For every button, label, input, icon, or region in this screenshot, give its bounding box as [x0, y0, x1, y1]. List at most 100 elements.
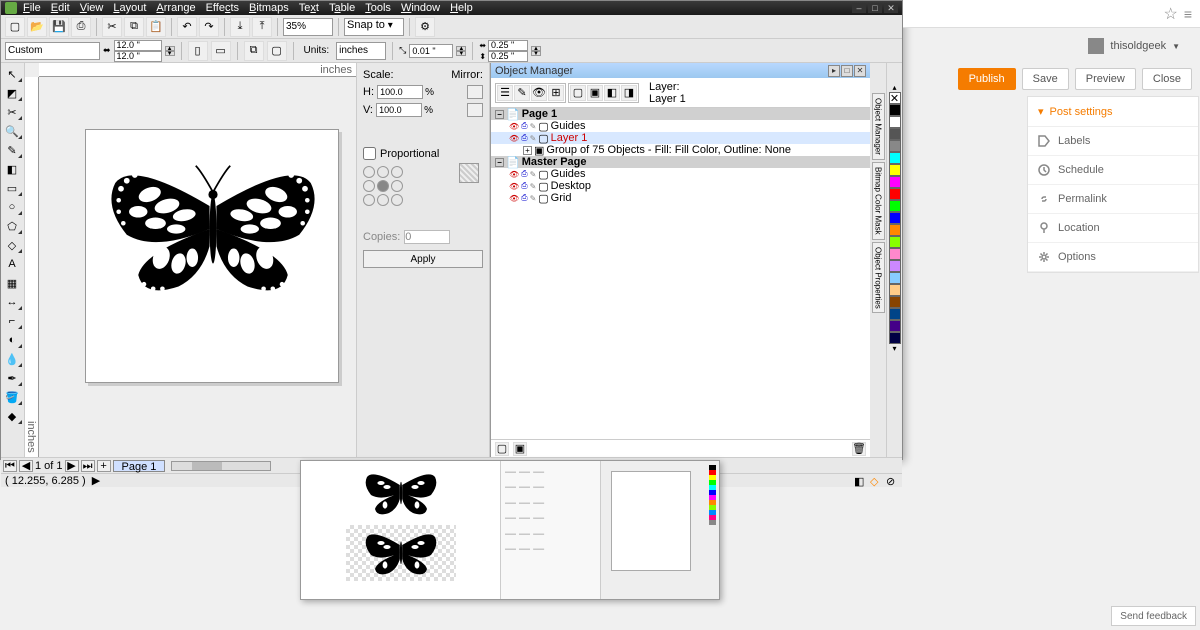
prev-page-button[interactable]: ◀: [19, 460, 33, 472]
print-icon[interactable]: ⎙: [71, 17, 91, 37]
dup-x-input[interactable]: [488, 40, 528, 51]
connector-tool-icon[interactable]: ⌐: [1, 312, 23, 330]
preview-button[interactable]: Preview: [1075, 68, 1136, 90]
color-swatch[interactable]: [889, 272, 901, 284]
menu-edit[interactable]: Edit: [51, 2, 70, 14]
undo-icon[interactable]: ↶: [177, 17, 197, 37]
units-select[interactable]: [336, 42, 386, 60]
landscape-icon[interactable]: ▭: [211, 41, 231, 61]
color-swatch[interactable]: [889, 176, 901, 188]
om-btn2-icon[interactable]: ▣: [587, 85, 603, 101]
docker-menu-icon[interactable]: ▸: [828, 65, 840, 77]
apply-button[interactable]: Apply: [363, 250, 483, 268]
color-swatch[interactable]: [889, 188, 901, 200]
color-swatch[interactable]: [889, 164, 901, 176]
color-swatch[interactable]: [889, 236, 901, 248]
text-tool-icon[interactable]: A: [1, 255, 23, 273]
color-swatch[interactable]: [889, 332, 901, 344]
menu-text[interactable]: Text: [299, 2, 319, 14]
color-swatch[interactable]: [889, 140, 901, 152]
effects-tool-icon[interactable]: ◐: [1, 331, 23, 349]
options-item[interactable]: Options: [1028, 243, 1198, 272]
color-swatch[interactable]: [889, 200, 901, 212]
send-feedback-button[interactable]: Send feedback: [1111, 606, 1196, 626]
menu-help[interactable]: Help: [450, 2, 473, 14]
basic-shapes-icon[interactable]: ◇: [1, 236, 23, 254]
menu-effects[interactable]: Effects: [206, 2, 239, 14]
browser-menu-icon[interactable]: ≡: [1184, 6, 1192, 22]
scale-h-input[interactable]: [377, 85, 423, 99]
eyedropper-icon[interactable]: 💧: [1, 350, 23, 368]
menu-bitmaps[interactable]: Bitmaps: [249, 2, 289, 14]
nudge-spinner[interactable]: ▲▼: [456, 46, 466, 56]
menu-arrange[interactable]: Arrange: [156, 2, 195, 14]
page-size-select[interactable]: [5, 42, 100, 60]
mirror-h-button[interactable]: [467, 85, 483, 99]
tree-row[interactable]: − 📄 Master Page: [491, 156, 870, 168]
copies-input[interactable]: [404, 230, 450, 244]
color-swatch[interactable]: [889, 248, 901, 260]
color-swatch[interactable]: [889, 260, 901, 272]
menu-table[interactable]: Table: [329, 2, 355, 14]
maximize-button[interactable]: □: [868, 3, 882, 13]
all-pages-icon[interactable]: ⧉: [244, 41, 264, 61]
no-fill-icon[interactable]: ⊘: [886, 475, 898, 487]
close-button[interactable]: ✕: [884, 3, 898, 13]
shape-tool-icon[interactable]: ◩: [1, 84, 23, 102]
dim-spinner[interactable]: ▲▼: [165, 46, 175, 56]
menu-window[interactable]: Window: [401, 2, 440, 14]
last-page-button[interactable]: ⏭: [81, 460, 95, 472]
options-icon[interactable]: ⚙: [415, 17, 435, 37]
export-icon[interactable]: ⤒: [252, 17, 272, 37]
first-page-button[interactable]: ⏮: [3, 460, 17, 472]
dimension-tool-icon[interactable]: ↔: [1, 293, 23, 311]
bookmark-star-icon[interactable]: ☆: [1163, 4, 1177, 24]
zoom-select[interactable]: [283, 18, 333, 36]
dup-spinner[interactable]: ▲▼: [531, 46, 541, 56]
current-page-icon[interactable]: ▢: [267, 41, 287, 61]
zoom-tool-icon[interactable]: 🔍: [1, 122, 23, 140]
smart-fill-icon[interactable]: ◧: [1, 160, 23, 178]
close-button-blogger[interactable]: Close: [1142, 68, 1192, 90]
freehand-tool-icon[interactable]: ✎: [1, 141, 23, 159]
copy-icon[interactable]: ⧉: [124, 17, 144, 37]
page-height-input[interactable]: [114, 51, 162, 62]
dup-y-input[interactable]: [488, 51, 528, 62]
object-tree[interactable]: − 📄 Page 1👁⎙✎ ▢ Guides👁⎙✎ ▢ Layer 1+ ▣ G…: [491, 108, 870, 439]
open-icon[interactable]: 📂: [27, 17, 47, 37]
outline-tool-icon[interactable]: ✒: [1, 369, 23, 387]
page-width-input[interactable]: [114, 40, 162, 51]
color-swatch[interactable]: [889, 308, 901, 320]
color-swatch[interactable]: [889, 128, 901, 140]
location-item[interactable]: Location: [1028, 214, 1198, 243]
object-manager-titlebar[interactable]: Object Manager ▸ □ ✕: [491, 63, 870, 78]
user-dropdown-icon[interactable]: ▼: [1172, 42, 1180, 51]
docker-collapse-icon[interactable]: □: [841, 65, 853, 77]
labels-item[interactable]: Labels: [1028, 127, 1198, 156]
color-swatch[interactable]: [889, 284, 901, 296]
new-icon[interactable]: ▢: [5, 17, 25, 37]
page-tab[interactable]: Page 1: [113, 460, 166, 472]
interactive-fill-icon[interactable]: ◆: [1, 407, 23, 425]
show-props-icon[interactable]: ☰: [497, 85, 513, 101]
rectangle-tool-icon[interactable]: ▭: [1, 179, 23, 197]
menu-tools[interactable]: Tools: [365, 2, 391, 14]
edit-layers-icon[interactable]: ✎: [514, 85, 530, 101]
portrait-icon[interactable]: ▯: [188, 41, 208, 61]
menu-layout[interactable]: Layout: [113, 2, 146, 14]
pick-tool-icon[interactable]: ↖: [1, 65, 23, 83]
snap-select[interactable]: Snap to ▾: [344, 18, 404, 36]
table-tool-icon[interactable]: ▦: [1, 274, 23, 292]
h-scrollbar[interactable]: [171, 461, 271, 471]
expand-icon[interactable]: ⊞: [548, 85, 564, 101]
docker-tab[interactable]: Object Properties: [872, 242, 885, 314]
tree-row[interactable]: 👁⎙✎ ▢ Layer 1: [491, 132, 870, 144]
om-btn4-icon[interactable]: ◨: [621, 85, 637, 101]
mirror-v-button[interactable]: [467, 103, 483, 117]
tree-row[interactable]: 👁⎙✎ ▢ Guides: [491, 120, 870, 132]
nudge-input[interactable]: [409, 44, 453, 58]
color-swatch[interactable]: [889, 224, 901, 236]
post-settings-header[interactable]: ▾ Post settings: [1028, 97, 1198, 127]
tree-row[interactable]: − 📄 Page 1: [491, 108, 870, 120]
butterfly-artwork[interactable]: [98, 144, 328, 314]
